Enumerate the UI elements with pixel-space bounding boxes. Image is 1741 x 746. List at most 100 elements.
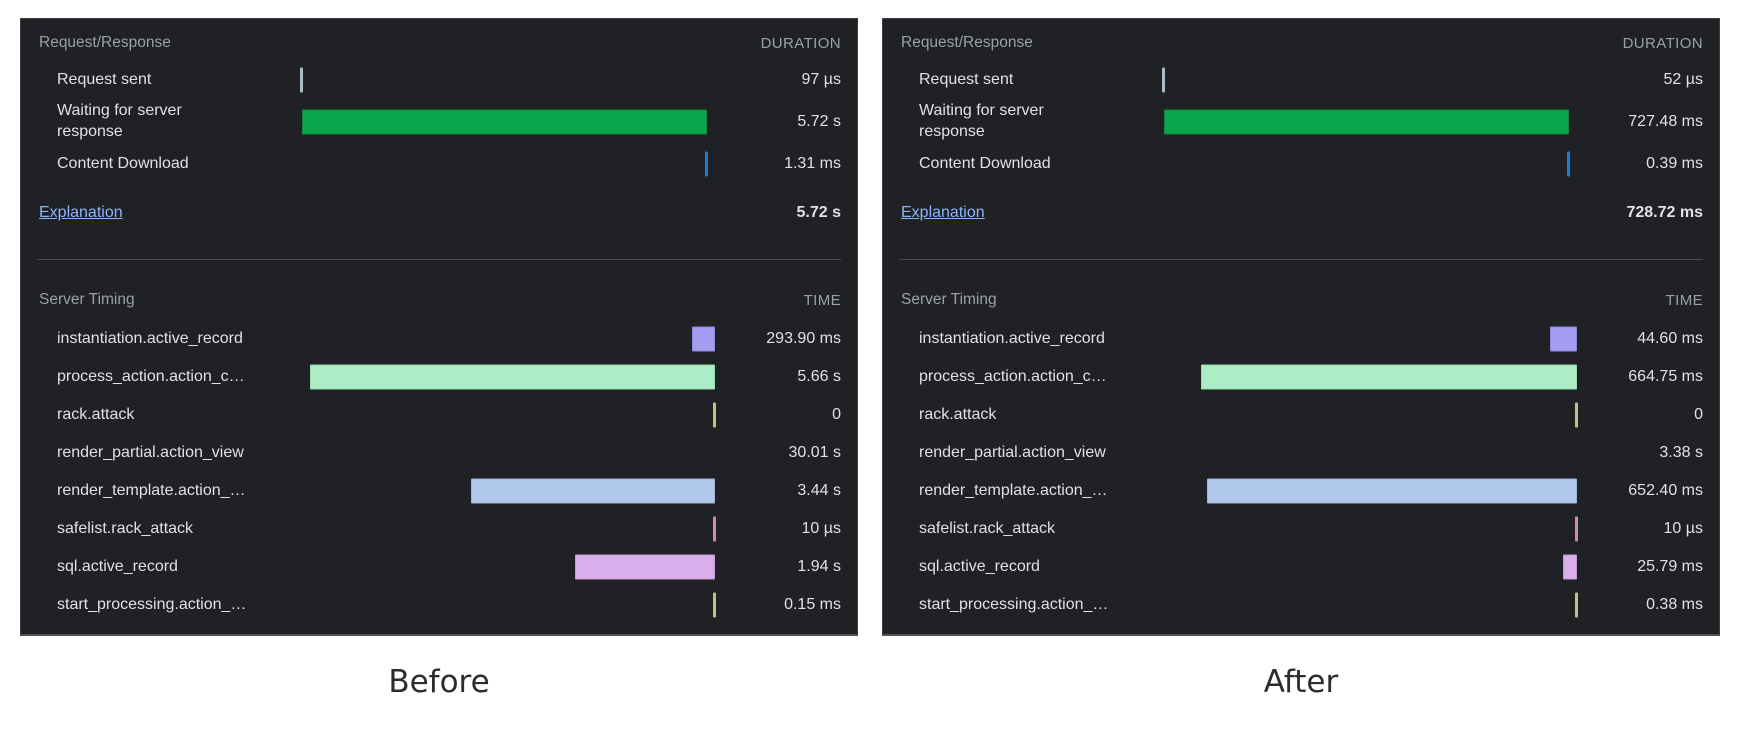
server-timing-header: Server Timing TIME [35, 284, 843, 316]
timing-label: render_partial.action_view [57, 443, 244, 461]
timing-label: rack.attack [919, 405, 997, 423]
timing-value: 727.48 ms [1628, 113, 1703, 130]
timing-row: rack.attack 0 [897, 396, 1705, 434]
timing-label: sql.active_record [57, 557, 178, 575]
timing-bar-track [302, 320, 715, 358]
timing-label: render_template.action_… [57, 481, 246, 499]
timing-bar [1575, 402, 1578, 428]
total-duration: 728.72 ms [1626, 204, 1703, 221]
timing-label: sql.active_record [919, 557, 1040, 575]
duration-column-header: DURATION [760, 34, 841, 52]
timing-value: 5.66 s [797, 368, 841, 385]
timing-bar-track [1164, 586, 1578, 624]
timing-bar-track [1164, 396, 1578, 434]
timing-bar [300, 67, 303, 93]
timing-bar [302, 109, 707, 135]
network-timing-panel: Request/Response DURATION Request sent 9… [20, 18, 858, 636]
timing-bar [1201, 364, 1577, 390]
timing-bar-track [1164, 510, 1578, 548]
explanation-link[interactable]: Explanation [39, 204, 123, 222]
timing-bar-track [302, 101, 715, 143]
timing-bar [1164, 109, 1569, 135]
timing-value: 0.38 ms [1646, 596, 1703, 613]
request-response-header: Request/Response DURATION [35, 27, 843, 59]
timing-label: start_processing.action_… [57, 595, 247, 613]
total-duration: 5.72 s [796, 204, 841, 221]
timing-bar-track [302, 143, 715, 185]
timing-bar-track [302, 510, 716, 548]
timing-value: 30.01 s [788, 444, 841, 461]
timing-row: process_action.action_c… 664.75 ms [897, 358, 1705, 396]
timing-row: rack.attack 0 [35, 396, 843, 434]
request-response-title: Request/Response [901, 34, 1033, 51]
timing-row: render_template.action_… 652.40 ms [897, 472, 1705, 510]
caption-label: After [1263, 664, 1339, 700]
request-response-header: Request/Response DURATION [897, 27, 1705, 59]
timing-row: safelist.rack_attack 10 µs [897, 510, 1705, 548]
timing-row: render_template.action_… 3.44 s [35, 472, 843, 510]
timing-bar-track [1164, 548, 1577, 586]
time-column-header: TIME [803, 291, 841, 309]
timing-bar [1207, 478, 1577, 504]
timing-row: Waiting for server response 5.72 s [35, 101, 843, 143]
timing-label: process_action.action_c… [919, 367, 1107, 385]
timing-label: Waiting for server response [57, 102, 182, 140]
timing-row: Request sent 97 µs [35, 59, 843, 101]
time-column-header: TIME [1665, 291, 1703, 309]
timing-bar [471, 478, 715, 504]
request-response-rows: Request sent 52 µs Waiting for server re… [897, 59, 1705, 185]
timing-bar-track [302, 434, 715, 472]
timing-label: render_partial.action_view [919, 443, 1106, 461]
timing-label: Content Download [57, 154, 189, 172]
timing-value: 0.15 ms [784, 596, 841, 613]
timing-bar [310, 364, 715, 390]
timing-label: process_action.action_c… [57, 367, 245, 385]
request-response-title: Request/Response [39, 34, 171, 51]
timing-label: safelist.rack_attack [919, 519, 1056, 537]
timing-label: Waiting for server response [919, 102, 1044, 140]
timing-value: 52 µs [1663, 71, 1703, 88]
timing-value: 10 µs [1663, 520, 1703, 537]
timing-bar-track [1164, 472, 1577, 510]
timing-bar-track [302, 586, 716, 624]
timing-value: 3.44 s [797, 482, 841, 499]
timing-bar [1575, 592, 1578, 618]
timing-value: 1.94 s [797, 558, 841, 575]
timing-bar-track [1164, 358, 1577, 396]
timing-row: instantiation.active_record 293.90 ms [35, 320, 843, 358]
timing-value: 25.79 ms [1637, 558, 1703, 575]
timing-value: 0 [832, 406, 841, 423]
request-response-rows: Request sent 97 µs Waiting for server re… [35, 59, 843, 185]
timing-value: 664.75 ms [1628, 368, 1703, 385]
server-timing-title: Server Timing [901, 291, 997, 308]
timing-bar [1550, 326, 1577, 352]
timing-bar [1562, 554, 1577, 580]
server-timing-title: Server Timing [39, 291, 135, 308]
timing-row: render_partial.action_view 3.38 s [897, 434, 1705, 472]
timing-row: start_processing.action_… 0.15 ms [35, 586, 843, 624]
timing-row: Waiting for server response 727.48 ms [897, 101, 1705, 143]
timing-value: 0 [1694, 406, 1703, 423]
timing-row: Content Download 0.39 ms [897, 143, 1705, 185]
panel-captions: Before After [20, 664, 1720, 700]
timing-row: process_action.action_c… 5.66 s [35, 358, 843, 396]
timing-row: start_processing.action_… 0.38 ms [897, 586, 1705, 624]
timing-label: render_template.action_… [919, 481, 1108, 499]
timing-bar-track [302, 548, 715, 586]
timing-bar-track [302, 358, 715, 396]
timing-bar-track [1162, 59, 1577, 101]
timing-value: 652.40 ms [1628, 482, 1703, 499]
timing-label: Content Download [919, 154, 1051, 172]
timing-label: instantiation.active_record [919, 329, 1105, 347]
timing-bar [691, 326, 715, 352]
timing-value: 1.31 ms [784, 155, 841, 172]
timing-bar [574, 554, 715, 580]
timing-bar-track [302, 396, 716, 434]
explanation-link[interactable]: Explanation [901, 204, 985, 222]
duration-column-header: DURATION [1622, 34, 1703, 52]
timing-row: render_partial.action_view 30.01 s [35, 434, 843, 472]
timing-bar-track [1164, 434, 1577, 472]
timing-value: 10 µs [801, 520, 841, 537]
explanation-row: Explanation 728.72 ms [897, 193, 1705, 233]
timing-bar [1566, 151, 1570, 177]
